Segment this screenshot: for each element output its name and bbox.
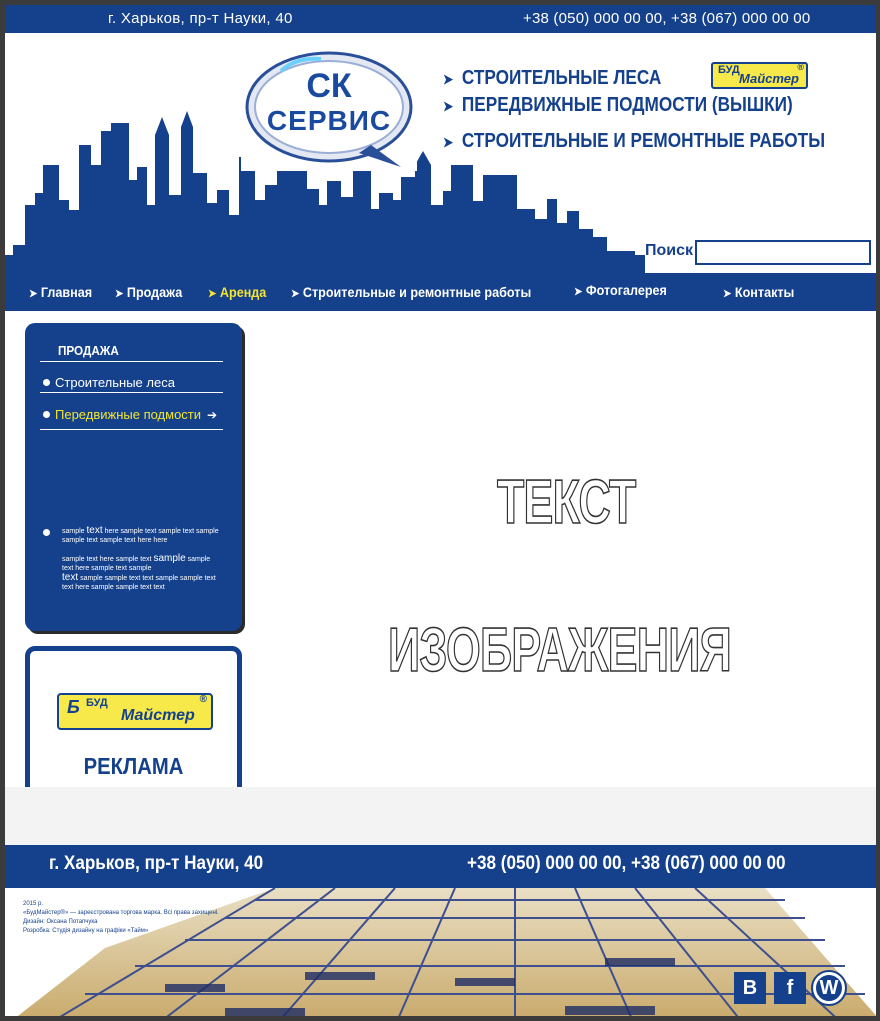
top-contact-bar: г. Харьков, пр-т Науки, 40 +38 (050) 000… bbox=[5, 5, 876, 33]
arrow-icon: ➤ bbox=[291, 288, 300, 300]
nav-contacts[interactable]: ➤ Контакты bbox=[723, 284, 794, 300]
placeholder-text-line2: ИЗОБРАЖЕНИЯ bbox=[387, 615, 732, 686]
ad-label: РЕКЛАМА bbox=[83, 753, 184, 779]
arrow-icon: ➤ bbox=[723, 288, 732, 300]
arrow-icon: ➤ bbox=[29, 288, 38, 300]
arrow-right-icon: ➔ bbox=[207, 408, 218, 422]
budmaister-brand-badge: БУД Майстер ® bbox=[711, 62, 808, 89]
bullet-icon bbox=[43, 411, 50, 418]
facebook-icon[interactable]: f bbox=[774, 972, 806, 1004]
top-phones: +38 (050) 000 00 00, +38 (067) 000 00 00 bbox=[523, 10, 811, 27]
divider bbox=[40, 429, 223, 430]
sidebar-item-mobile-towers[interactable]: Передвижные подмости ➔ bbox=[43, 407, 217, 422]
wordpress-icon[interactable]: W bbox=[811, 970, 847, 1006]
nav-home[interactable]: ➤ Главная bbox=[29, 284, 92, 300]
footer-address: г. Харьков, пр-т Науки, 40 bbox=[49, 853, 264, 874]
footer-phones: +38 (050) 000 00 00, +38 (067) 000 00 00 bbox=[467, 853, 786, 874]
divider bbox=[40, 392, 223, 393]
divider bbox=[40, 361, 223, 362]
search-label: Поиск bbox=[645, 242, 694, 259]
nav-rent[interactable]: ➤ Аренда bbox=[208, 284, 266, 300]
arrow-icon: ➤ bbox=[443, 71, 454, 87]
nav-gallery[interactable]: ➤ Фотогалерея bbox=[574, 282, 667, 298]
arrow-icon: ➤ bbox=[443, 98, 454, 114]
arrow-icon: ➤ bbox=[208, 288, 217, 300]
content-bottom-strip bbox=[5, 787, 876, 845]
placeholder-text-line1: ТЕКСТ bbox=[496, 467, 636, 538]
top-address: г. Харьков, пр-т Науки, 40 bbox=[108, 10, 293, 27]
logo-line1: СК bbox=[306, 67, 352, 105]
sidebar-title: ПРОДАЖА bbox=[58, 343, 119, 358]
bullet-icon bbox=[43, 379, 50, 386]
sample-text-block: sample text here sample text sample text… bbox=[62, 525, 219, 592]
logo-line2: СЕРВИС bbox=[266, 105, 392, 136]
search-input[interactable] bbox=[695, 240, 871, 265]
sidebar-item-scaffolding[interactable]: Строительные леса bbox=[43, 375, 175, 390]
sidebar-sale-menu: ПРОДАЖА Строительные леса Передвижные по… bbox=[25, 323, 242, 631]
service-scaffolding[interactable]: ➤ СТРОИТЕЛЬНЫЕ ЛЕСА bbox=[443, 67, 661, 90]
bullet-icon bbox=[43, 529, 50, 536]
sk-servis-logo[interactable]: СК СЕРВИС bbox=[241, 49, 417, 171]
arrow-icon: ➤ bbox=[443, 134, 454, 150]
service-construction-works[interactable]: ➤ СТРОИТЕЛЬНЫЕ И РЕМОНТНЫЕ РАБОТЫ bbox=[443, 130, 825, 153]
nav-sale[interactable]: ➤ Продажа bbox=[115, 284, 182, 300]
page-frame: г. Харьков, пр-т Науки, 40 +38 (050) 000… bbox=[0, 0, 880, 1021]
footer-copyright: 2015 р. «БудМайстер®» — зареєстрована то… bbox=[23, 901, 219, 934]
nav-construction-works[interactable]: ➤ Строительные и ремонтные работы bbox=[291, 284, 531, 300]
arrow-icon: ➤ bbox=[115, 288, 124, 300]
vk-icon[interactable]: В bbox=[734, 972, 766, 1004]
footer-contact-bar: г. Харьков, пр-т Науки, 40 +38 (050) 000… bbox=[5, 845, 876, 888]
budmaister-ad-logo: Б БУД Майстер ® bbox=[57, 693, 213, 730]
main-navigation: ➤ Главная ➤ Продажа ➤ Аренда ➤ Строительные … bbox=[5, 273, 876, 311]
service-mobile-towers[interactable]: ➤ ПЕРЕДВИЖНЫЕ ПОДМОСТИ (ВЫШКИ) bbox=[443, 94, 793, 117]
brand-b-icon: Б bbox=[67, 697, 80, 717]
arrow-icon: ➤ bbox=[574, 286, 583, 298]
